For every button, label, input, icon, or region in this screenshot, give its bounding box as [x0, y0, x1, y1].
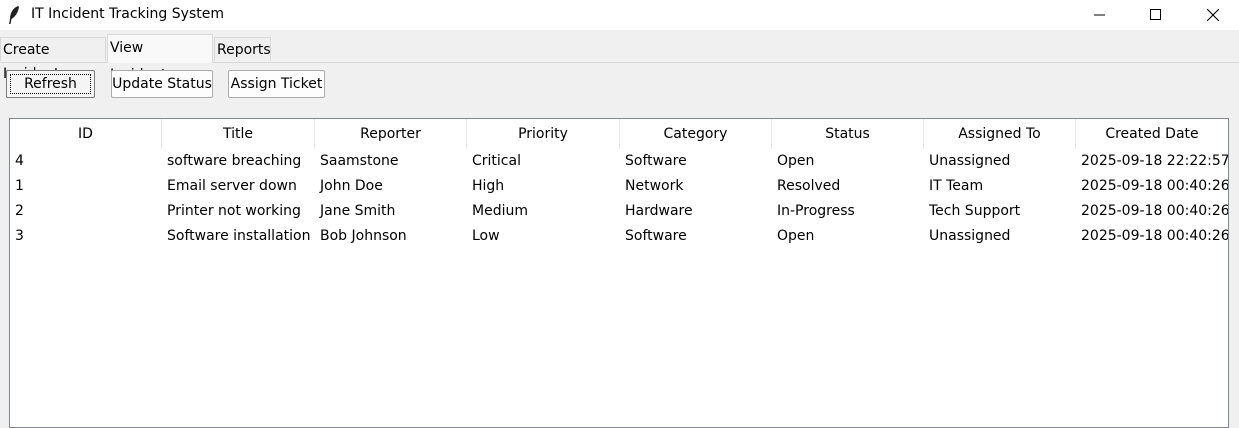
- cell-status: In-Progress: [777, 203, 855, 219]
- refresh-button[interactable]: Refresh: [6, 70, 95, 98]
- column-header-status[interactable]: Status: [772, 119, 924, 149]
- feather-icon: [7, 5, 21, 25]
- table-header: ID Title Reporter Priority Category Stat…: [10, 119, 1228, 149]
- column-header-priority[interactable]: Priority: [467, 119, 620, 149]
- cell-reporter: John Doe: [320, 178, 383, 194]
- cell-category: Hardware: [625, 203, 693, 219]
- cell-category: Software: [625, 228, 687, 244]
- cell-status: Open: [777, 228, 815, 244]
- maximize-icon: [1150, 9, 1161, 20]
- cell-priority: Low: [472, 228, 500, 244]
- tab-label: Reports: [217, 42, 271, 58]
- table-row[interactable]: 2 Printer not working Jane Smith Medium …: [10, 199, 1228, 224]
- close-icon: [1207, 9, 1219, 21]
- title-bar: IT Incident Tracking System: [0, 0, 1239, 30]
- update-status-button[interactable]: Update Status: [111, 70, 213, 98]
- cell-priority: Medium: [472, 203, 528, 219]
- cell-created-date: 2025-09-18 22:22:57: [1081, 153, 1228, 169]
- assign-ticket-label: Assign Ticket: [230, 76, 323, 92]
- table-row[interactable]: 4 software breaching Saamstone Critical …: [10, 149, 1228, 174]
- update-status-label: Update Status: [112, 76, 212, 92]
- cell-reporter: Saamstone: [320, 153, 399, 169]
- cell-created-date: 2025-09-18 00:40:26: [1081, 203, 1228, 219]
- cell-assigned-to: IT Team: [929, 178, 984, 194]
- cell-created-date: 2025-09-18 00:40:26: [1081, 178, 1228, 194]
- column-header-created-date[interactable]: Created Date: [1076, 119, 1228, 149]
- cell-status: Resolved: [777, 178, 841, 194]
- table-row[interactable]: 3 Software installation r Bob Johnson Lo…: [10, 224, 1228, 249]
- tab-view-incidents[interactable]: View Incidents: [107, 34, 213, 83]
- cell-id: 2: [15, 203, 24, 219]
- cell-assigned-to: Unassigned: [929, 228, 1011, 244]
- table-row[interactable]: 1 Email server down John Doe High Networ…: [10, 174, 1228, 199]
- cell-created-date: 2025-09-18 00:40:26: [1081, 228, 1228, 244]
- cell-status: Open: [777, 153, 815, 169]
- cell-title: Software installation r: [167, 228, 315, 244]
- cell-reporter: Bob Johnson: [320, 228, 407, 244]
- cell-priority: High: [472, 178, 505, 194]
- minimize-icon: [1094, 14, 1105, 16]
- column-header-title[interactable]: Title: [162, 119, 315, 149]
- column-header-category[interactable]: Category: [620, 119, 772, 149]
- focus-ring: [10, 74, 91, 94]
- cell-category: Network: [625, 178, 684, 194]
- tab-create-incident[interactable]: Create Incident: [0, 37, 106, 82]
- cell-reporter: Jane Smith: [320, 203, 396, 219]
- assign-ticket-button[interactable]: Assign Ticket: [228, 70, 325, 98]
- column-header-id[interactable]: ID: [10, 119, 162, 149]
- tab-reports[interactable]: Reports: [214, 37, 271, 61]
- cell-id: 1: [15, 178, 24, 194]
- cell-title: Email server down: [167, 178, 297, 194]
- cell-priority: Critical: [472, 153, 521, 169]
- minimize-button[interactable]: [1077, 0, 1123, 30]
- column-header-assigned-to[interactable]: Assigned To: [924, 119, 1076, 149]
- close-button[interactable]: [1190, 0, 1236, 30]
- window-title: IT Incident Tracking System: [31, 6, 224, 22]
- column-header-reporter[interactable]: Reporter: [315, 119, 467, 149]
- cell-id: 4: [15, 153, 24, 169]
- incidents-table[interactable]: ID Title Reporter Priority Category Stat…: [9, 118, 1229, 428]
- cell-assigned-to: Unassigned: [929, 153, 1011, 169]
- tab-strip: Create Incident View Incidents Reports: [0, 30, 1239, 83]
- cell-category: Software: [625, 153, 687, 169]
- cell-id: 3: [15, 228, 24, 244]
- cell-title: software breaching: [167, 153, 302, 169]
- cell-title: Printer not working: [167, 203, 301, 219]
- cell-assigned-to: Tech Support: [929, 203, 1021, 219]
- maximize-button[interactable]: [1133, 0, 1179, 30]
